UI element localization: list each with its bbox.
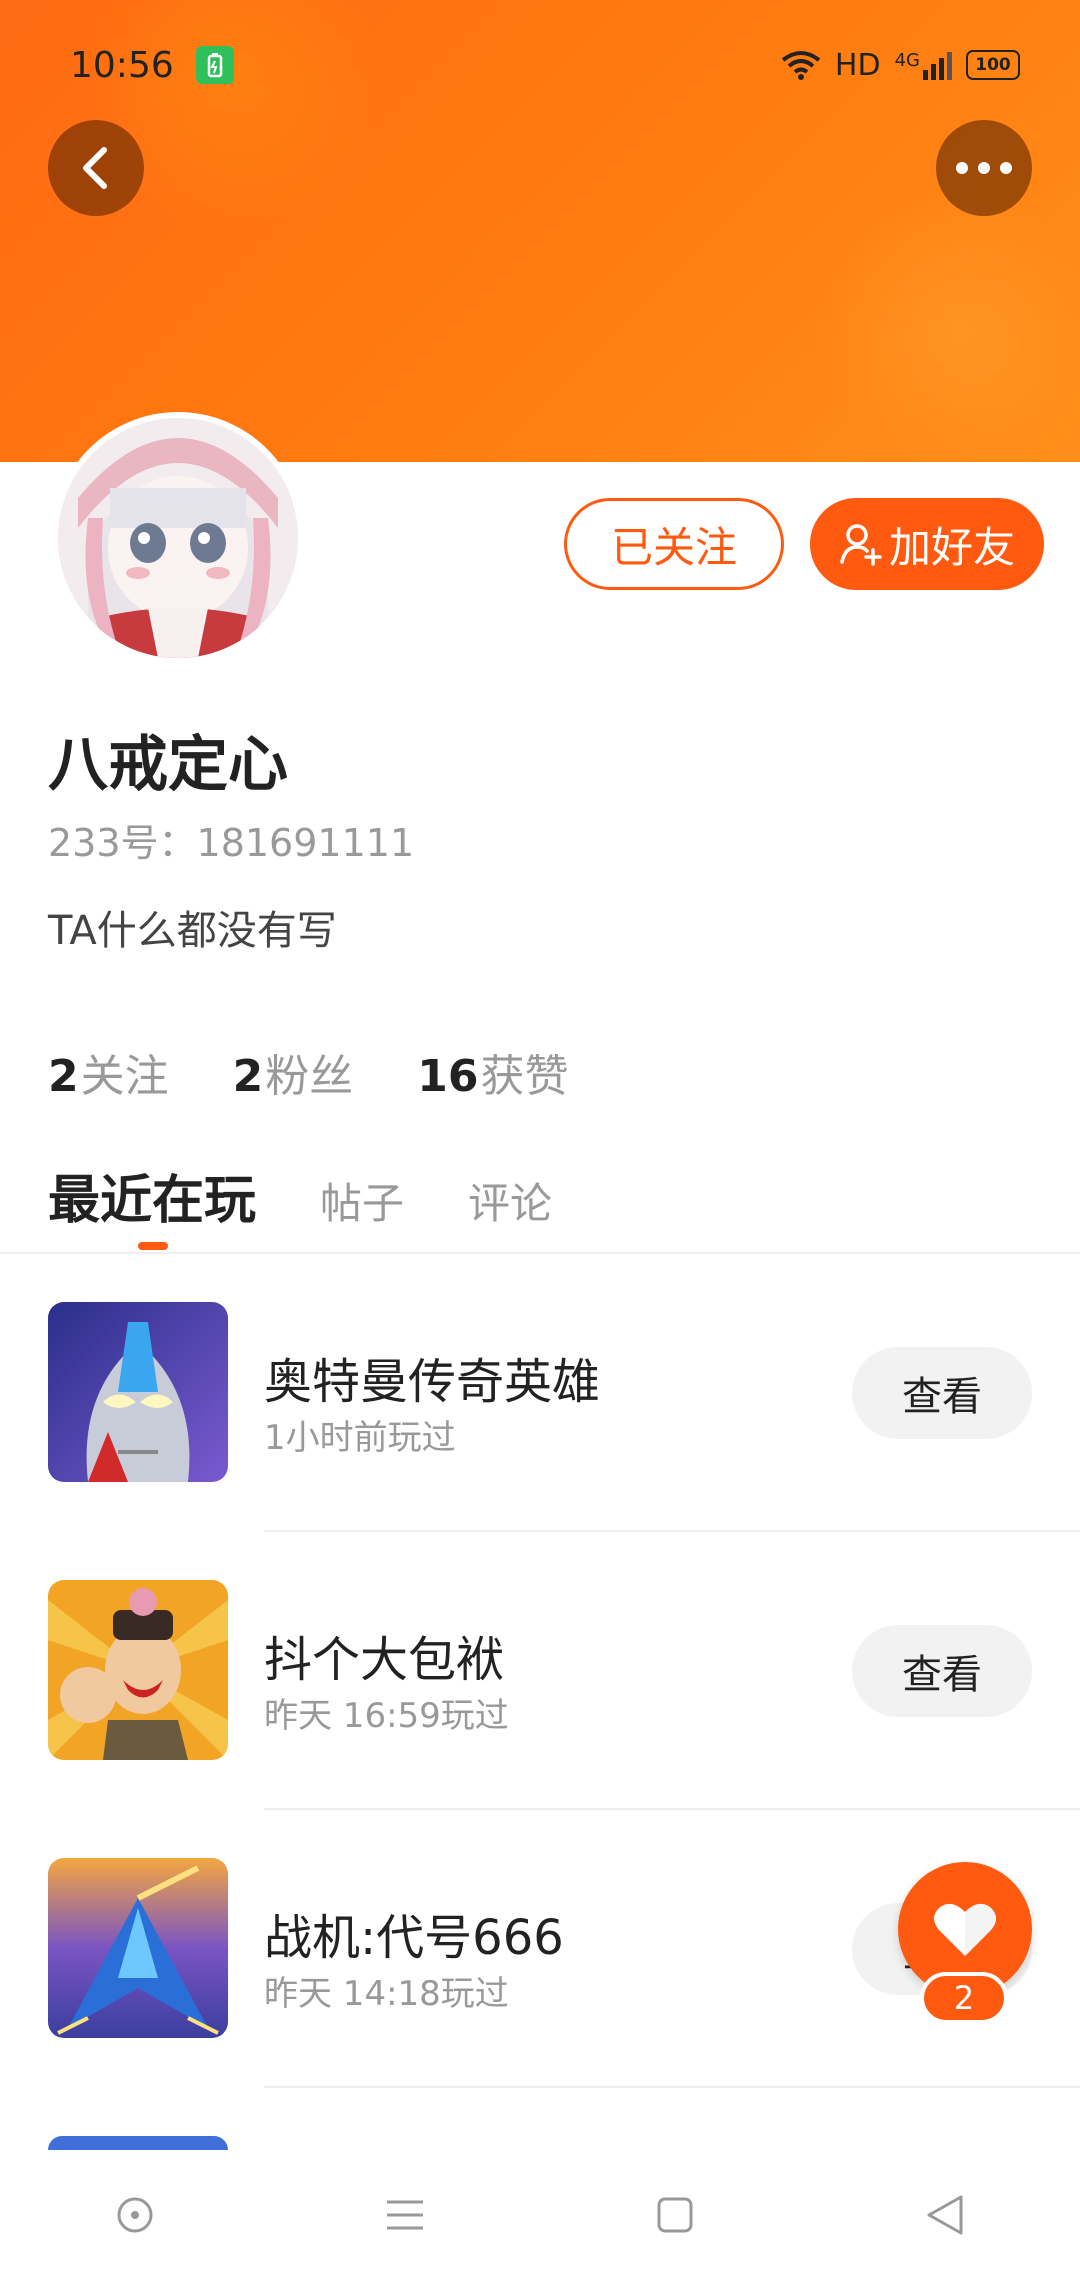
nav-menu-button[interactable] xyxy=(365,2175,445,2255)
game-title: 奥特曼传奇英雄 xyxy=(264,1354,601,1410)
list-item[interactable]: 抖个大包袱 昨天 16:59玩过 查看 xyxy=(0,1580,1080,1858)
tab-indicator xyxy=(138,1242,168,1250)
nav-home-circle-button[interactable] xyxy=(95,2175,175,2255)
list-item[interactable]: 奥特曼传奇英雄 1小时前玩过 查看 xyxy=(0,1302,1080,1580)
following-button[interactable]: 已关注 xyxy=(564,498,784,590)
profile-stats: 2关注 2粉丝 16获赞 xyxy=(48,1040,568,1104)
profile-name: 八戒定心 xyxy=(48,730,288,800)
status-time: 10:56 xyxy=(70,44,174,86)
wifi-icon xyxy=(781,51,821,80)
divider xyxy=(264,1808,1080,1810)
nav-back-button[interactable] xyxy=(905,2175,985,2255)
divider xyxy=(264,1530,1080,1532)
signal-icon: 4G xyxy=(895,50,952,80)
stat-followers[interactable]: 2粉丝 xyxy=(233,1040,354,1104)
stat-likes[interactable]: 16获赞 xyxy=(417,1040,568,1104)
game-icon-fighter xyxy=(48,1858,228,2038)
heart-icon xyxy=(934,1903,996,1956)
stat-following[interactable]: 2关注 xyxy=(48,1040,169,1104)
menu-icon xyxy=(387,2200,423,2230)
divider xyxy=(264,2086,1080,2088)
status-bar: 10:56 HD 4G 100 xyxy=(70,40,1020,90)
profile-banner: 10:56 HD 4G 100 xyxy=(0,0,1080,462)
profile-uid: 233号：181691111 xyxy=(48,821,415,865)
profile-bio: TA什么都没有写 xyxy=(48,908,337,954)
game-icon-partial xyxy=(48,2136,228,2150)
system-nav-bar xyxy=(0,2150,1080,2280)
more-dots-icon xyxy=(956,162,1012,174)
avatar[interactable] xyxy=(52,412,304,664)
home-circle-icon xyxy=(117,2197,153,2233)
profile-tabs: 最近在玩 帖子 评论 xyxy=(48,1158,552,1233)
avatar-image xyxy=(58,418,298,658)
view-button[interactable]: 查看 xyxy=(852,1347,1032,1439)
game-played-time: 昨天 14:18玩过 xyxy=(264,1974,509,2014)
game-icon-ultraman xyxy=(48,1302,228,1482)
add-friend-button[interactable]: 加好友 xyxy=(810,498,1044,590)
back-triangle-icon xyxy=(927,2195,963,2235)
game-played-time: 昨天 16:59玩过 xyxy=(264,1696,509,1736)
chevron-left-icon xyxy=(83,147,107,189)
tab-comments[interactable]: 评论 xyxy=(468,1170,552,1231)
game-played-time: 1小时前玩过 xyxy=(264,1418,456,1458)
nav-square-button[interactable] xyxy=(635,2175,715,2255)
add-user-icon xyxy=(840,524,882,566)
game-icon-baofu xyxy=(48,1580,228,1760)
battery-icon: 100 xyxy=(966,50,1020,80)
game-title: 抖个大包袱 xyxy=(264,1632,505,1688)
square-icon xyxy=(657,2197,693,2233)
divider xyxy=(0,1252,1080,1254)
game-title: 战机:代号666 xyxy=(264,1910,564,1966)
tab-recent-played[interactable]: 最近在玩 xyxy=(48,1158,256,1233)
like-count-badge: 2 xyxy=(920,1972,1008,2024)
battery-saver-icon xyxy=(195,46,234,84)
more-button[interactable] xyxy=(936,120,1032,216)
back-button[interactable] xyxy=(48,120,144,216)
tab-posts[interactable]: 帖子 xyxy=(320,1170,404,1231)
add-friend-label: 加好友 xyxy=(888,522,1015,572)
view-button[interactable]: 查看 xyxy=(852,1625,1032,1717)
network-label: HD xyxy=(834,47,881,83)
